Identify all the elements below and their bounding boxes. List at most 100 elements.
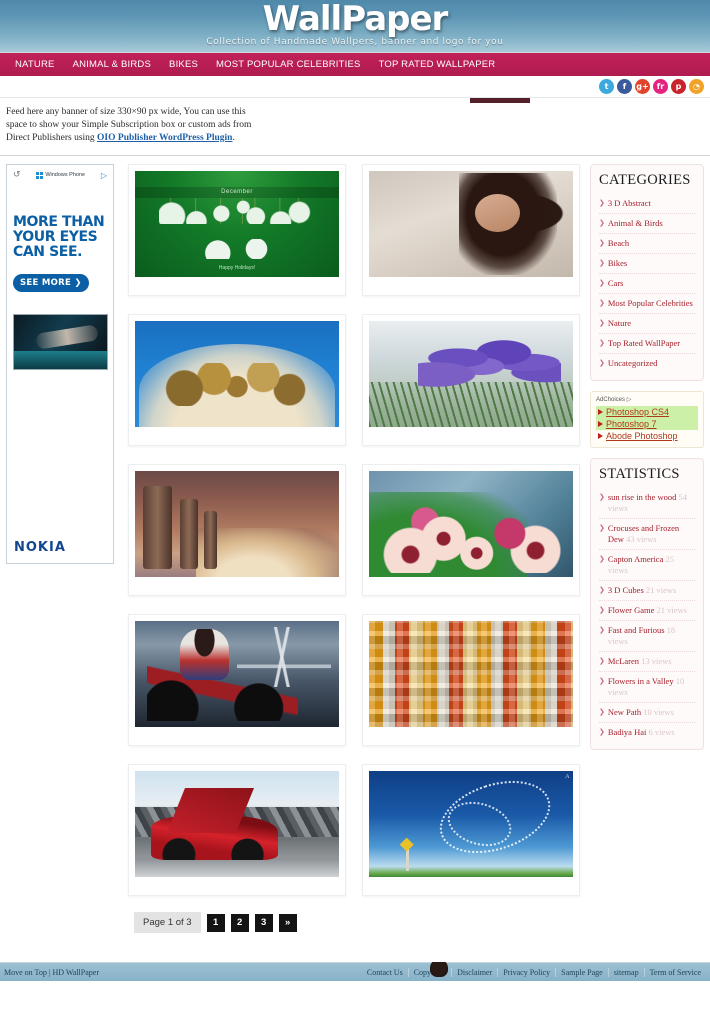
page-link-»[interactable]: » (278, 913, 297, 932)
nokia-ad-banner[interactable]: ↺ Windows Phone ▷ MORE THAN YOUR EYES CA… (6, 164, 114, 564)
facebook-icon[interactable]: f (617, 79, 632, 94)
category-link[interactable]: Top Rated WallPaper (608, 338, 680, 349)
nav-item-bikes[interactable]: BIKES (160, 59, 207, 70)
thumb-3d-cubes[interactable] (369, 621, 573, 727)
footer-link-contact-us[interactable]: Contact Us (362, 967, 409, 977)
thumb-celebrity-beach[interactable] (369, 171, 573, 277)
statistics-link[interactable]: Badiya Hai (608, 727, 646, 737)
twitter-icon[interactable]: t (599, 79, 614, 94)
category-item[interactable]: ❯ Beach (599, 234, 695, 254)
page-link-1[interactable]: 1 (206, 913, 225, 932)
statistics-link[interactable]: sun rise in the wood (608, 492, 676, 502)
thumb-dandelion-dew[interactable] (135, 321, 339, 427)
adchoices-icon[interactable]: ▷ (101, 171, 107, 180)
statistics-item[interactable]: ❯ McLaren 13 views (599, 652, 695, 672)
category-item[interactable]: ❯ Nature (599, 314, 695, 334)
statistics-link[interactable]: Capton America (608, 554, 663, 564)
site-header: WallPaper Collection of Handmade Wallper… (0, 0, 710, 52)
wallpaper-card[interactable] (128, 764, 346, 896)
photo-part-pinwheel (405, 844, 409, 871)
chevron-right-icon: ❯ (599, 219, 605, 227)
wallpaper-card[interactable] (362, 164, 580, 296)
nav-item-most-popular-celebrities[interactable]: MOST POPULAR CELEBRITIES (207, 59, 370, 70)
category-link[interactable]: Animal & Birds (608, 218, 663, 229)
oio-publisher-link[interactable]: OIO Publisher WordPress Plugin (97, 133, 232, 143)
category-item[interactable]: ❯ Cars (599, 274, 695, 294)
refresh-icon[interactable]: ↺ (13, 170, 21, 180)
sidebar: CATEGORIES ❯ 3 D Abstract ❯ Animal & Birds ❯… (586, 156, 710, 962)
statistics-link[interactable]: Fast and Furious (608, 625, 665, 635)
statistics-link[interactable]: Flowers in a Valley (608, 676, 674, 686)
nav-item-animal-birds[interactable]: ANIMAL & BIRDS (64, 59, 160, 70)
thumb-birds-in-sky[interactable]: A (369, 771, 573, 877)
sidebar-ad-link[interactable]: Photoshop CS4 (596, 406, 698, 418)
footer-link-sitemap[interactable]: sitemap (609, 967, 645, 977)
category-link[interactable]: Bikes (608, 258, 627, 269)
thumb-december-holidays[interactable]: December Happy Holidays! (135, 171, 339, 277)
page-body: ↺ Windows Phone ▷ MORE THAN YOUR EYES CA… (0, 156, 710, 962)
wallpaper-card[interactable] (362, 614, 580, 746)
statistics-item-body: Flowers in a Valley 10 views (608, 676, 695, 698)
rss-icon[interactable]: ◔ (689, 79, 704, 94)
category-item[interactable]: ❯ Uncategorized (599, 354, 695, 373)
sidebar-ad-link[interactable]: Abode Photoshop (596, 430, 698, 442)
statistics-item[interactable]: ❯ Flowers in a Valley 10 views (599, 672, 695, 703)
pinterest-icon[interactable]: p (671, 79, 686, 94)
statistics-link[interactable]: McLaren (608, 656, 639, 666)
category-item[interactable]: ❯ Animal & Birds (599, 214, 695, 234)
statistics-item[interactable]: ❯ New Path 10 views (599, 703, 695, 723)
category-link[interactable]: 3 D Abstract (608, 198, 651, 209)
category-item[interactable]: ❯ Bikes (599, 254, 695, 274)
category-item[interactable]: ❯ Top Rated WallPaper (599, 334, 695, 354)
statistics-item[interactable]: ❯ Capton America 25 views (599, 550, 695, 581)
thumb-sun-rise-in-the-wood[interactable] (135, 471, 339, 577)
category-item[interactable]: ❯ 3 D Abstract (599, 194, 695, 214)
thumb-flowers-in-a-valley[interactable] (369, 471, 573, 577)
statistics-item[interactable]: ❯ Badiya Hai 6 views (599, 723, 695, 742)
wallpaper-card[interactable] (128, 314, 346, 446)
feed-banner: Feed here any banner of size 330×90 px w… (0, 98, 710, 156)
main-navigation[interactable]: NATURE ANIMAL & BIRDS BIKES MOST POPULAR CE… (0, 52, 710, 76)
sidebar-ad-link[interactable]: Photoshop 7 (596, 418, 698, 430)
sidebar-ad-widget[interactable]: AdChoices ▷ Photoshop CS4 Photoshop 7 Abod… (590, 391, 704, 448)
category-link[interactable]: Uncategorized (608, 358, 658, 369)
chevron-right-icon: ❯ (599, 239, 605, 247)
see-more-button[interactable]: SEE MORE ❯ (13, 274, 89, 292)
statistics-link[interactable]: 3 D Cubes (608, 585, 644, 595)
nav-item-nature[interactable]: NATURE (6, 59, 64, 70)
wallpaper-card[interactable]: A (362, 764, 580, 896)
googleplus-icon[interactable]: g+ (635, 79, 650, 94)
footer-link-privacy-policy[interactable]: Privacy Policy (498, 967, 557, 977)
flickr-icon[interactable]: fr (653, 79, 668, 94)
statistics-item[interactable]: ❯ Crocuses and Frozen Dew 43 views (599, 519, 695, 550)
wallpaper-card[interactable] (362, 464, 580, 596)
statistics-item[interactable]: ❯ 3 D Cubes 21 views (599, 581, 695, 601)
statistics-item[interactable]: ❯ sun rise in the wood 54 views (599, 488, 695, 519)
statistics-item[interactable]: ❯ Fast and Furious 18 views (599, 621, 695, 652)
statistics-link[interactable]: Flower Game (608, 605, 655, 615)
chevron-right-icon: ❯ (599, 279, 605, 287)
chevron-right-icon: ❯ (599, 299, 605, 307)
thumb-mclaren[interactable] (135, 771, 339, 877)
footer-link-term-of-service[interactable]: Term of Service (645, 968, 706, 977)
nav-item-top-rated-wallpaper[interactable]: TOP RATED WALLPAPER (370, 59, 505, 70)
footer-link-disclaimer[interactable]: Disclaimer (452, 967, 499, 977)
statistics-link[interactable]: New Path (608, 707, 641, 717)
category-link[interactable]: Cars (608, 278, 624, 289)
thumb-bike-and-girl[interactable] (135, 621, 339, 727)
adchoices-label[interactable]: AdChoices ▷ (596, 396, 698, 403)
category-link[interactable]: Beach (608, 238, 629, 249)
page-link-2[interactable]: 2 (230, 913, 249, 932)
wallpaper-card[interactable] (128, 614, 346, 746)
category-item[interactable]: ❯ Most Popular Celebrities (599, 294, 695, 314)
footer-credit[interactable]: Move on Top | HD WallPaper (4, 968, 99, 977)
page-link-3[interactable]: 3 (254, 913, 273, 932)
thumb-crocuses-frozen-dew[interactable] (369, 321, 573, 427)
category-link[interactable]: Most Popular Celebrities (608, 298, 693, 309)
footer-link-sample-page[interactable]: Sample Page (556, 967, 609, 977)
wallpaper-card[interactable] (362, 314, 580, 446)
statistics-item[interactable]: ❯ Flower Game 21 views (599, 601, 695, 621)
wallpaper-card[interactable] (128, 464, 346, 596)
category-link[interactable]: Nature (608, 318, 631, 329)
wallpaper-card[interactable]: December Happy Holidays! (128, 164, 346, 296)
